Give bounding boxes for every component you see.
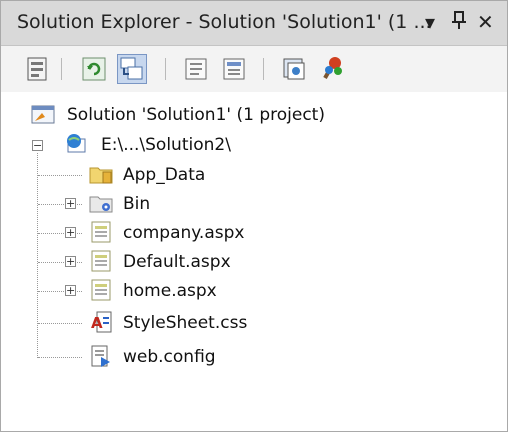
toolbar xyxy=(1,46,507,92)
website-project-icon xyxy=(67,134,86,153)
tree-connector-line xyxy=(38,323,82,324)
window-position-dropdown-icon[interactable]: ▾ xyxy=(425,10,435,34)
aspx-page-icon xyxy=(91,250,111,272)
bin-expand-toggle[interactable]: + xyxy=(65,198,76,209)
project-label: E:\...\Solution2\ xyxy=(101,135,231,155)
nest-related-files-icon xyxy=(120,57,143,80)
company-aspx-expand-toggle[interactable]: + xyxy=(65,227,76,238)
title-bar: Solution Explorer - Solution 'Solution1'… xyxy=(1,1,507,46)
properties-button[interactable] xyxy=(23,54,53,84)
tree-item-label: StyleSheet.css xyxy=(123,313,248,333)
bin-folder-icon xyxy=(89,196,113,213)
toolbar-separator xyxy=(165,58,166,80)
aspx-page-icon xyxy=(91,279,111,301)
tree-node-company-aspx[interactable]: company.aspx xyxy=(89,221,339,247)
tree-item-label: company.aspx xyxy=(123,223,245,243)
tree-node-bin[interactable]: Bin xyxy=(89,192,339,218)
toolbar-separator xyxy=(263,58,264,80)
home-aspx-expand-toggle[interactable]: + xyxy=(65,285,76,296)
svg-text:A: A xyxy=(91,314,103,332)
refresh-button[interactable] xyxy=(79,54,109,84)
view-designer-button[interactable] xyxy=(219,54,249,84)
copy-website-icon xyxy=(283,58,305,80)
tree-node-home-aspx[interactable]: home.aspx xyxy=(89,279,339,305)
folder-icon xyxy=(89,167,113,184)
tree-node-web-config[interactable]: web.config xyxy=(89,345,339,371)
config-file-icon xyxy=(91,345,110,367)
view-designer-icon xyxy=(223,58,245,80)
solution-label: Solution 'Solution1' (1 project) xyxy=(67,105,325,125)
tree-node-solution[interactable]: Solution 'Solution1' (1 project) xyxy=(31,103,431,129)
asp-net-configuration-button[interactable] xyxy=(317,54,347,84)
solution-tree: Solution 'Solution1' (1 project) − E:\..… xyxy=(1,95,507,431)
close-icon[interactable]: ✕ xyxy=(477,10,494,34)
project-collapse-toggle[interactable]: − xyxy=(32,140,43,151)
solution-icon xyxy=(31,105,55,124)
stylesheet-icon: A xyxy=(91,311,112,333)
nest-related-files-button[interactable] xyxy=(117,54,147,84)
tree-connector-line xyxy=(37,153,38,358)
tree-item-label: web.config xyxy=(123,347,216,367)
tree-connector-line xyxy=(38,357,82,358)
tree-item-label: App_Data xyxy=(123,165,206,185)
panel-title: Solution Explorer - Solution 'Solution1'… xyxy=(17,11,432,33)
asp-net-configuration-icon xyxy=(323,57,342,79)
tree-item-label: home.aspx xyxy=(123,281,217,301)
tree-node-app-data[interactable]: App_Data xyxy=(89,163,339,189)
tree-item-label: Default.aspx xyxy=(123,252,231,272)
aspx-page-icon xyxy=(91,221,111,243)
refresh-icon xyxy=(82,57,106,81)
properties-icon xyxy=(27,57,47,81)
view-code-icon xyxy=(185,58,207,80)
copy-website-button[interactable] xyxy=(279,54,309,84)
tree-item-label: Bin xyxy=(123,194,151,214)
view-code-button[interactable] xyxy=(181,54,211,84)
tree-node-default-aspx[interactable]: Default.aspx xyxy=(89,250,339,276)
tree-connector-line xyxy=(38,175,82,176)
auto-hide-pin-icon[interactable] xyxy=(451,10,467,35)
tree-node-stylesheet-css[interactable]: A StyleSheet.css xyxy=(89,311,339,337)
solution-explorer-panel: Solution Explorer - Solution 'Solution1'… xyxy=(0,0,508,432)
tree-node-project[interactable]: E:\...\Solution2\ xyxy=(65,133,365,159)
toolbar-separator xyxy=(61,58,62,80)
default-aspx-expand-toggle[interactable]: + xyxy=(65,256,76,267)
